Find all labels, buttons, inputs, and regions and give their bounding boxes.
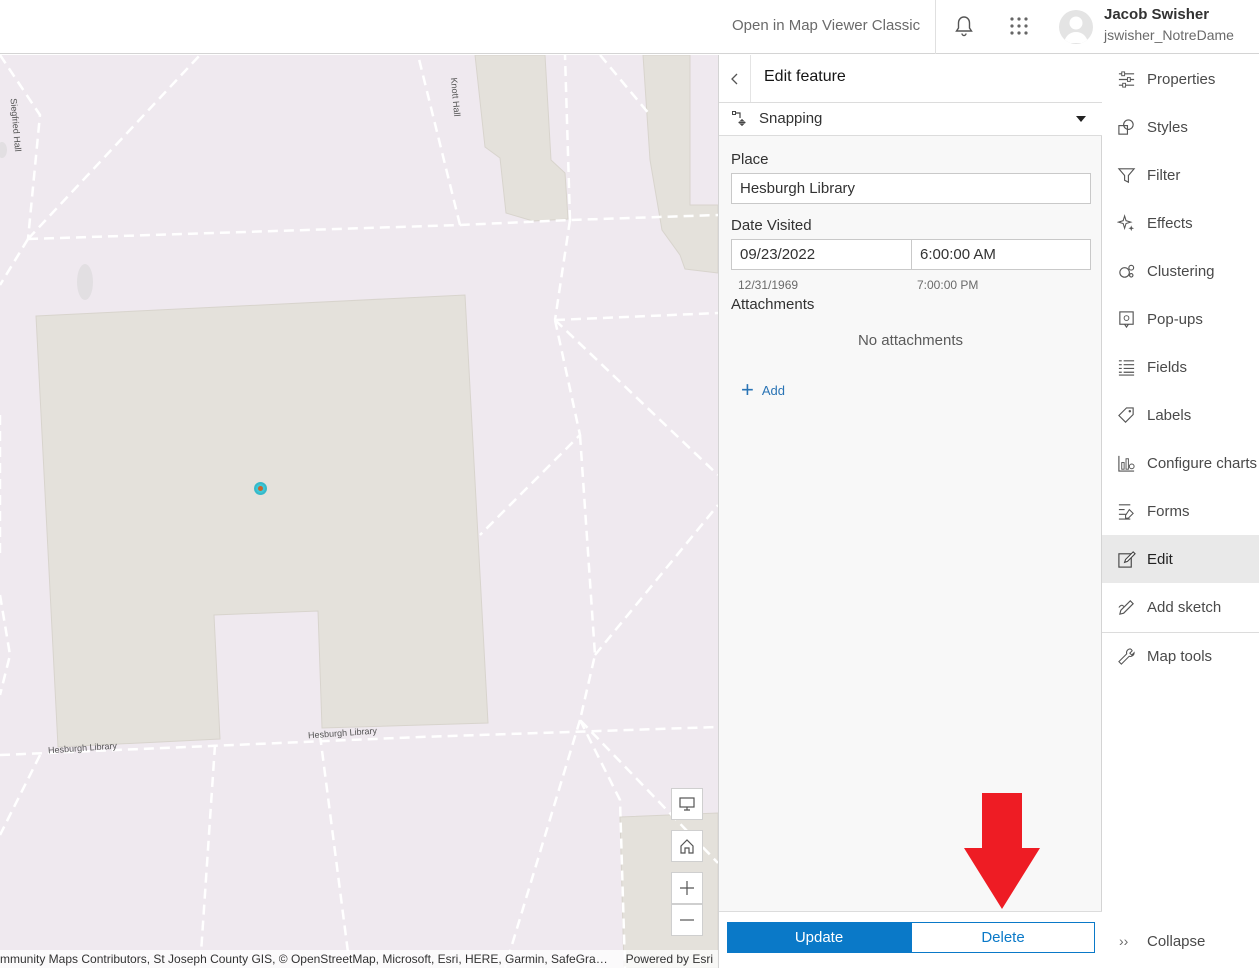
home-button[interactable] <box>671 830 703 862</box>
wrench-icon <box>1118 647 1135 665</box>
tool-label-forms: Forms <box>1147 502 1190 520</box>
minus-icon <box>680 919 694 921</box>
tool-label-properties: Properties <box>1147 70 1216 88</box>
properties-icon <box>1118 70 1135 88</box>
tool-configure-charts[interactable]: Configure charts <box>1102 439 1259 487</box>
tool-styles[interactable]: Styles <box>1102 103 1259 151</box>
avatar[interactable] <box>1059 10 1093 44</box>
selected-feature-marker[interactable] <box>254 482 267 495</box>
bell-icon[interactable] <box>952 14 976 38</box>
tool-add-sketch[interactable]: Add sketch <box>1102 583 1259 631</box>
app-header: Open in Map Viewer Classic Jacob Swisher… <box>0 0 1259 54</box>
add-attachment-button[interactable]: + Add <box>741 377 785 402</box>
app-launcher-icon[interactable] <box>1007 14 1031 38</box>
attachments-label: Attachments <box>731 296 815 313</box>
tool-label-edit: Edit <box>1147 550 1173 568</box>
map-attribution-text[interactable]: mmunity Maps Contributors, St Joseph Cou… <box>0 950 613 968</box>
tool-label-fields: Fields <box>1147 358 1188 376</box>
update-button[interactable]: Update <box>727 922 911 953</box>
effects-icon <box>1117 213 1135 231</box>
tool-label-clustering: Clustering <box>1147 262 1215 280</box>
header-divider <box>935 0 936 54</box>
clustering-icon <box>1119 264 1135 278</box>
fields-icon <box>1118 359 1135 376</box>
settings-toolbar: Properties Styles Filter Effects Cluster… <box>1102 55 1259 968</box>
tool-edit[interactable]: Edit <box>1102 535 1259 583</box>
tool-label-map-tools: Map tools <box>1147 647 1213 665</box>
plus-icon <box>680 881 694 895</box>
tool-label-add-sketch: Add sketch <box>1147 598 1222 616</box>
sketch-icon <box>1118 599 1134 615</box>
caret-down-icon <box>1076 116 1086 122</box>
tool-label-popups: Pop-ups <box>1147 310 1203 328</box>
monitor-icon <box>679 797 695 811</box>
time-min-hint: 7:00:00 PM <box>917 278 979 292</box>
home-icon <box>680 839 694 854</box>
tool-properties[interactable]: Properties <box>1102 55 1259 103</box>
panel-header: Edit feature <box>719 55 1102 103</box>
tool-label-configure-charts: Configure charts <box>1147 454 1258 472</box>
place-input[interactable]: Hesburgh Library <box>731 173 1091 204</box>
user-silhouette-icon <box>1064 16 1088 43</box>
map-attribution-bar: mmunity Maps Contributors, St Joseph Cou… <box>0 950 718 968</box>
tool-label-styles: Styles <box>1147 118 1188 136</box>
collapse-label: Collapse <box>1147 932 1206 950</box>
chevron-left-icon <box>730 73 737 84</box>
date-visited-label: Date Visited <box>731 217 812 234</box>
tool-label-labels: Labels <box>1147 406 1192 424</box>
tool-forms[interactable]: Forms <box>1102 487 1259 535</box>
panel-footer: Update Delete <box>719 911 1102 968</box>
tool-label-effects: Effects <box>1147 214 1193 232</box>
tool-map-tools[interactable]: Map tools <box>1102 632 1259 680</box>
zoom-in-button[interactable] <box>671 872 703 904</box>
snapping-dropdown[interactable]: Snapping <box>719 103 1102 136</box>
tool-popups[interactable]: Pop-ups <box>1102 295 1259 343</box>
labels-icon <box>1118 406 1134 423</box>
tool-label-filter: Filter <box>1147 166 1181 184</box>
delete-button[interactable]: Delete <box>911 922 1095 953</box>
edit-feature-panel: Edit feature Snapping Place Hesburgh Lib… <box>718 55 1102 968</box>
panel-title: Edit feature <box>764 68 846 85</box>
presentation-button[interactable] <box>671 788 703 820</box>
snapping-label: Snapping <box>759 110 823 127</box>
tool-fields[interactable]: Fields <box>1102 343 1259 391</box>
date-input[interactable]: 09/23/2022 <box>731 239 912 270</box>
snapping-icon <box>732 111 746 126</box>
basemap <box>0 55 718 968</box>
no-attachments-text: No attachments <box>857 332 964 349</box>
charts-icon <box>1118 455 1135 472</box>
user-full-name[interactable]: Jacob Swisher <box>1104 6 1209 23</box>
popups-icon <box>1119 310 1134 328</box>
map-view[interactable]: Siegfried Hall Knott Hall Hesburgh Libra… <box>0 55 718 968</box>
filter-icon <box>1117 167 1136 183</box>
tool-labels[interactable]: Labels <box>1102 391 1259 439</box>
chevrons-right-icon: ›› <box>1119 933 1129 949</box>
annotation-arrow-icon <box>964 793 1040 909</box>
zoom-out-button[interactable] <box>671 904 703 936</box>
collapse-button[interactable]: ›› Collapse <box>1102 917 1259 965</box>
tool-effects[interactable]: Effects <box>1102 199 1259 247</box>
plus-icon: + <box>741 377 754 402</box>
edit-icon <box>1118 550 1136 568</box>
styles-icon <box>1118 118 1134 135</box>
user-id[interactable]: jswisher_NotreDame <box>1104 27 1234 43</box>
place-label: Place <box>731 151 769 168</box>
date-min-hint: 12/31/1969 <box>738 278 799 292</box>
forms-icon <box>1118 503 1134 520</box>
add-attachment-label: Add <box>761 382 785 398</box>
powered-by-esri[interactable]: Powered by Esri <box>626 950 713 968</box>
back-button[interactable] <box>719 55 751 102</box>
tool-filter[interactable]: Filter <box>1102 151 1259 199</box>
time-input[interactable]: 6:00:00 AM <box>911 239 1091 270</box>
open-map-viewer-classic-link[interactable]: Open in Map Viewer Classic <box>732 17 920 34</box>
tool-clustering[interactable]: Clustering <box>1102 247 1259 295</box>
